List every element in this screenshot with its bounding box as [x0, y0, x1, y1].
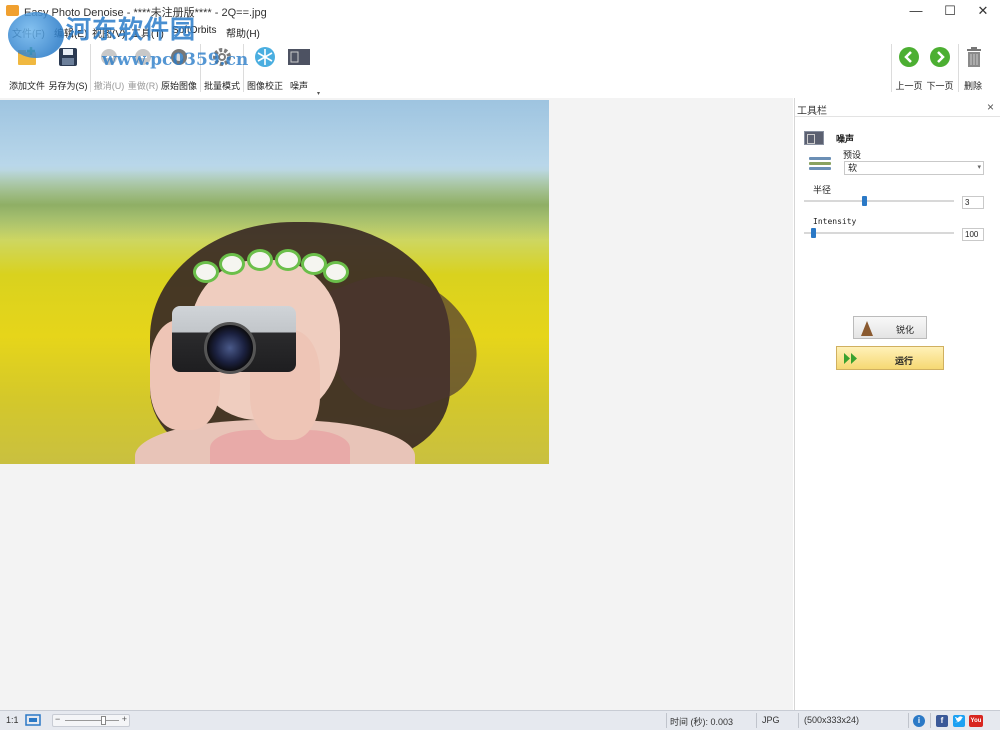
sharpen-button[interactable]: 锐化 — [853, 316, 927, 339]
preset-select[interactable]: 软 ▾ — [844, 161, 984, 175]
photo-preview[interactable] — [0, 100, 549, 464]
intensity-value-field[interactable]: 100 — [962, 228, 984, 241]
original-image-button[interactable]: 原始图像 — [160, 44, 198, 94]
panel-close-icon[interactable]: × — [987, 100, 994, 114]
next-page-button[interactable]: 下一页 — [925, 44, 955, 94]
menu-edit[interactable]: 编辑(E) — [54, 25, 87, 40]
toolbar: 添加文件 另存为(S) 撤消(U) 重做(R) 原始图像 批量模式 图像校正 噪… — [0, 40, 1000, 98]
toolbar-separator — [891, 44, 892, 92]
radius-value-field[interactable]: 3 — [962, 196, 984, 209]
noise-icon — [804, 131, 824, 145]
noise-icon — [286, 44, 312, 70]
menu-help[interactable]: 帮助(H) — [226, 25, 260, 40]
pencil-icon — [861, 321, 873, 336]
menu-view[interactable]: 视图(V) — [92, 25, 125, 40]
image-dimensions: (500x333x24) — [804, 715, 860, 725]
add-file-icon — [14, 44, 40, 70]
add-file-button[interactable]: 添加文件 — [8, 44, 46, 94]
preset-label: 预设 — [843, 150, 862, 160]
image-correction-button[interactable]: 图像校正 — [246, 44, 284, 94]
gear-icon — [209, 44, 235, 70]
intensity-label: Intensity — [813, 217, 857, 226]
arrow-right-icon — [927, 44, 953, 70]
facebook-icon[interactable]: f — [936, 715, 948, 727]
panel-header: 工具栏 × — [795, 98, 1000, 117]
redo-button[interactable]: 重做(R) — [127, 44, 159, 94]
maximize-button[interactable]: ☐ — [933, 0, 967, 22]
intensity-slider-thumb[interactable] — [811, 228, 816, 238]
delete-button[interactable]: 删除 — [961, 44, 985, 94]
redo-icon — [130, 44, 156, 70]
zoom-in-icon[interactable]: + — [122, 714, 127, 724]
zoom-ratio[interactable]: 1:1 — [6, 715, 19, 725]
twitter-icon[interactable] — [953, 715, 965, 727]
zoom-out-icon[interactable]: − — [55, 714, 60, 724]
processing-time: 时间 (秒): 0.003 — [670, 717, 734, 727]
intensity-slider[interactable] — [804, 228, 954, 238]
panel-title: 工具栏 — [797, 106, 827, 117]
toolbox-panel: 工具栏 × 噪声 预设 软 ▾ 半径 3 Intensity 100 锐化 运行 — [794, 98, 1000, 710]
image-canvas[interactable] — [0, 98, 793, 710]
status-bar: 1:1 − + 时间 (秒): 0.003 JPG (500x333x24) i… — [0, 710, 1000, 730]
zoom-slider[interactable]: − + — [52, 714, 130, 727]
preset-icon — [809, 155, 831, 173]
app-icon — [6, 5, 19, 16]
save-as-button[interactable]: 另存为(S) — [48, 44, 88, 94]
menu-softorbits[interactable]: SoftOrbits — [172, 25, 216, 36]
menu-tools[interactable]: 工具(T) — [131, 25, 164, 40]
radius-slider-thumb[interactable] — [862, 196, 867, 206]
menu-bar: 文件(F) 编辑(E) 视图(V) 工具(T) SoftOrbits 帮助(H) — [0, 22, 1000, 40]
original-image-icon — [166, 44, 192, 70]
trash-icon — [961, 44, 987, 70]
window-title: Easy Photo Denoise - ****未注册版**** - 2Q==… — [24, 7, 267, 19]
arrow-left-icon — [896, 44, 922, 70]
chevron-down-icon: ▾ — [977, 164, 981, 171]
toolbar-separator — [958, 44, 959, 92]
run-button[interactable]: 运行 — [836, 346, 944, 370]
image-format: JPG — [762, 715, 780, 725]
batch-mode-button[interactable]: 批量模式 — [203, 44, 241, 94]
youtube-icon[interactable]: You — [969, 715, 983, 727]
radius-label: 半径 — [813, 185, 832, 195]
fit-screen-icon[interactable] — [25, 714, 41, 728]
toolbar-overflow-icon[interactable]: ▾ — [317, 90, 320, 97]
toolbar-separator — [200, 44, 201, 92]
title-bar: Easy Photo Denoise - ****未注册版**** - 2Q==… — [0, 0, 1000, 22]
noise-button[interactable]: 噪声 — [286, 44, 312, 94]
snowflake-icon — [252, 44, 278, 70]
undo-button[interactable]: 撤消(U) — [93, 44, 125, 94]
minimize-button[interactable]: — — [899, 0, 933, 22]
menu-file[interactable]: 文件(F) — [12, 25, 45, 40]
toolbar-separator — [90, 44, 91, 92]
close-button[interactable]: ✕ — [966, 0, 1000, 22]
toolbar-separator — [243, 44, 244, 92]
info-icon[interactable]: i — [913, 715, 925, 727]
radius-slider[interactable] — [804, 196, 954, 206]
save-icon — [55, 44, 81, 70]
noise-label: 噪声 — [836, 134, 855, 144]
previous-page-button[interactable]: 上一页 — [894, 44, 924, 94]
run-arrow-icon — [844, 353, 857, 364]
undo-icon — [96, 44, 122, 70]
zoom-slider-thumb[interactable] — [101, 716, 106, 725]
